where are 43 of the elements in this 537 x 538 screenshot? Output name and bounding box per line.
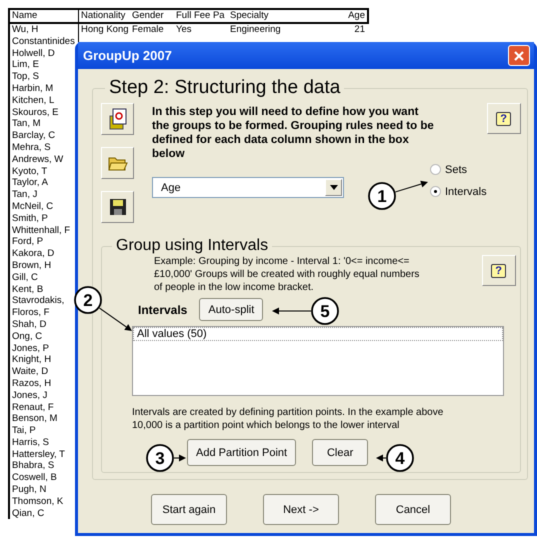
clear-button[interactable]: Clear xyxy=(312,439,368,466)
auto-split-button[interactable]: Auto-split xyxy=(199,298,264,321)
dialog-button[interactable]: Start again xyxy=(151,494,227,525)
list-item[interactable]: All values (50) xyxy=(133,327,503,341)
column-header: Name xyxy=(10,10,79,22)
help-button[interactable]: ? xyxy=(482,255,516,286)
table-cell-text: Yes xyxy=(175,24,192,36)
table-cell-text: Hong Kong xyxy=(80,24,130,36)
table-cell: Wu, H xyxy=(10,24,79,36)
radio-option[interactable]: Intervals xyxy=(430,186,487,198)
column-dropdown[interactable]: Age xyxy=(152,177,344,198)
callout: 1 xyxy=(368,180,428,210)
window-title: GroupUp 2007 xyxy=(83,48,172,63)
callout: 3 xyxy=(146,444,186,472)
column-header: Gender xyxy=(131,10,165,22)
example-text: Example: Grouping by income - Interval 1: '0<= income<= £10,000' Groups will be created with roughly equal numbers of people in the low income bracket. xyxy=(154,255,420,294)
dialog-button[interactable]: Cancel xyxy=(375,494,451,525)
radio-option[interactable]: Sets xyxy=(430,164,487,176)
save-button[interactable] xyxy=(101,191,134,223)
document-icon xyxy=(108,108,128,130)
help-button[interactable]: ? xyxy=(486,103,521,134)
add-partition-button[interactable]: Add Partition Point xyxy=(187,439,296,466)
dialog-button[interactable]: Next -> xyxy=(263,494,339,525)
intervals-label: Intervals xyxy=(138,302,188,316)
open-folder-button[interactable] xyxy=(101,147,134,179)
table-cell-text: 21 xyxy=(353,24,366,36)
callout: 2 xyxy=(74,286,132,331)
instructions-text: In this step you will need to define how you want the groups to be formed. Grouping rules need to be defined for each data column shown in the box below xyxy=(152,105,434,161)
section-title: Group using Intervals xyxy=(115,237,270,255)
callout: 5 xyxy=(272,297,339,325)
table-cell-text: Engineering xyxy=(229,24,282,36)
column-header: Specialty xyxy=(229,10,270,22)
note-text: Intervals are created by defining partition points. In the example above 10,000 is a partition point which belongs to the lower interval xyxy=(132,406,444,432)
close-icon xyxy=(513,50,525,62)
column-header: Nationality xyxy=(80,10,126,22)
document-button[interactable] xyxy=(101,103,134,135)
column-header: Full Fee Pa xyxy=(175,10,226,22)
column-header: Age xyxy=(347,10,366,22)
table-cell-text: Female xyxy=(131,24,165,36)
close-button[interactable] xyxy=(508,45,530,66)
section-title: Step 2: Structuring the data xyxy=(108,77,342,99)
caret-icon xyxy=(330,185,338,190)
callout: 4 xyxy=(376,444,414,472)
